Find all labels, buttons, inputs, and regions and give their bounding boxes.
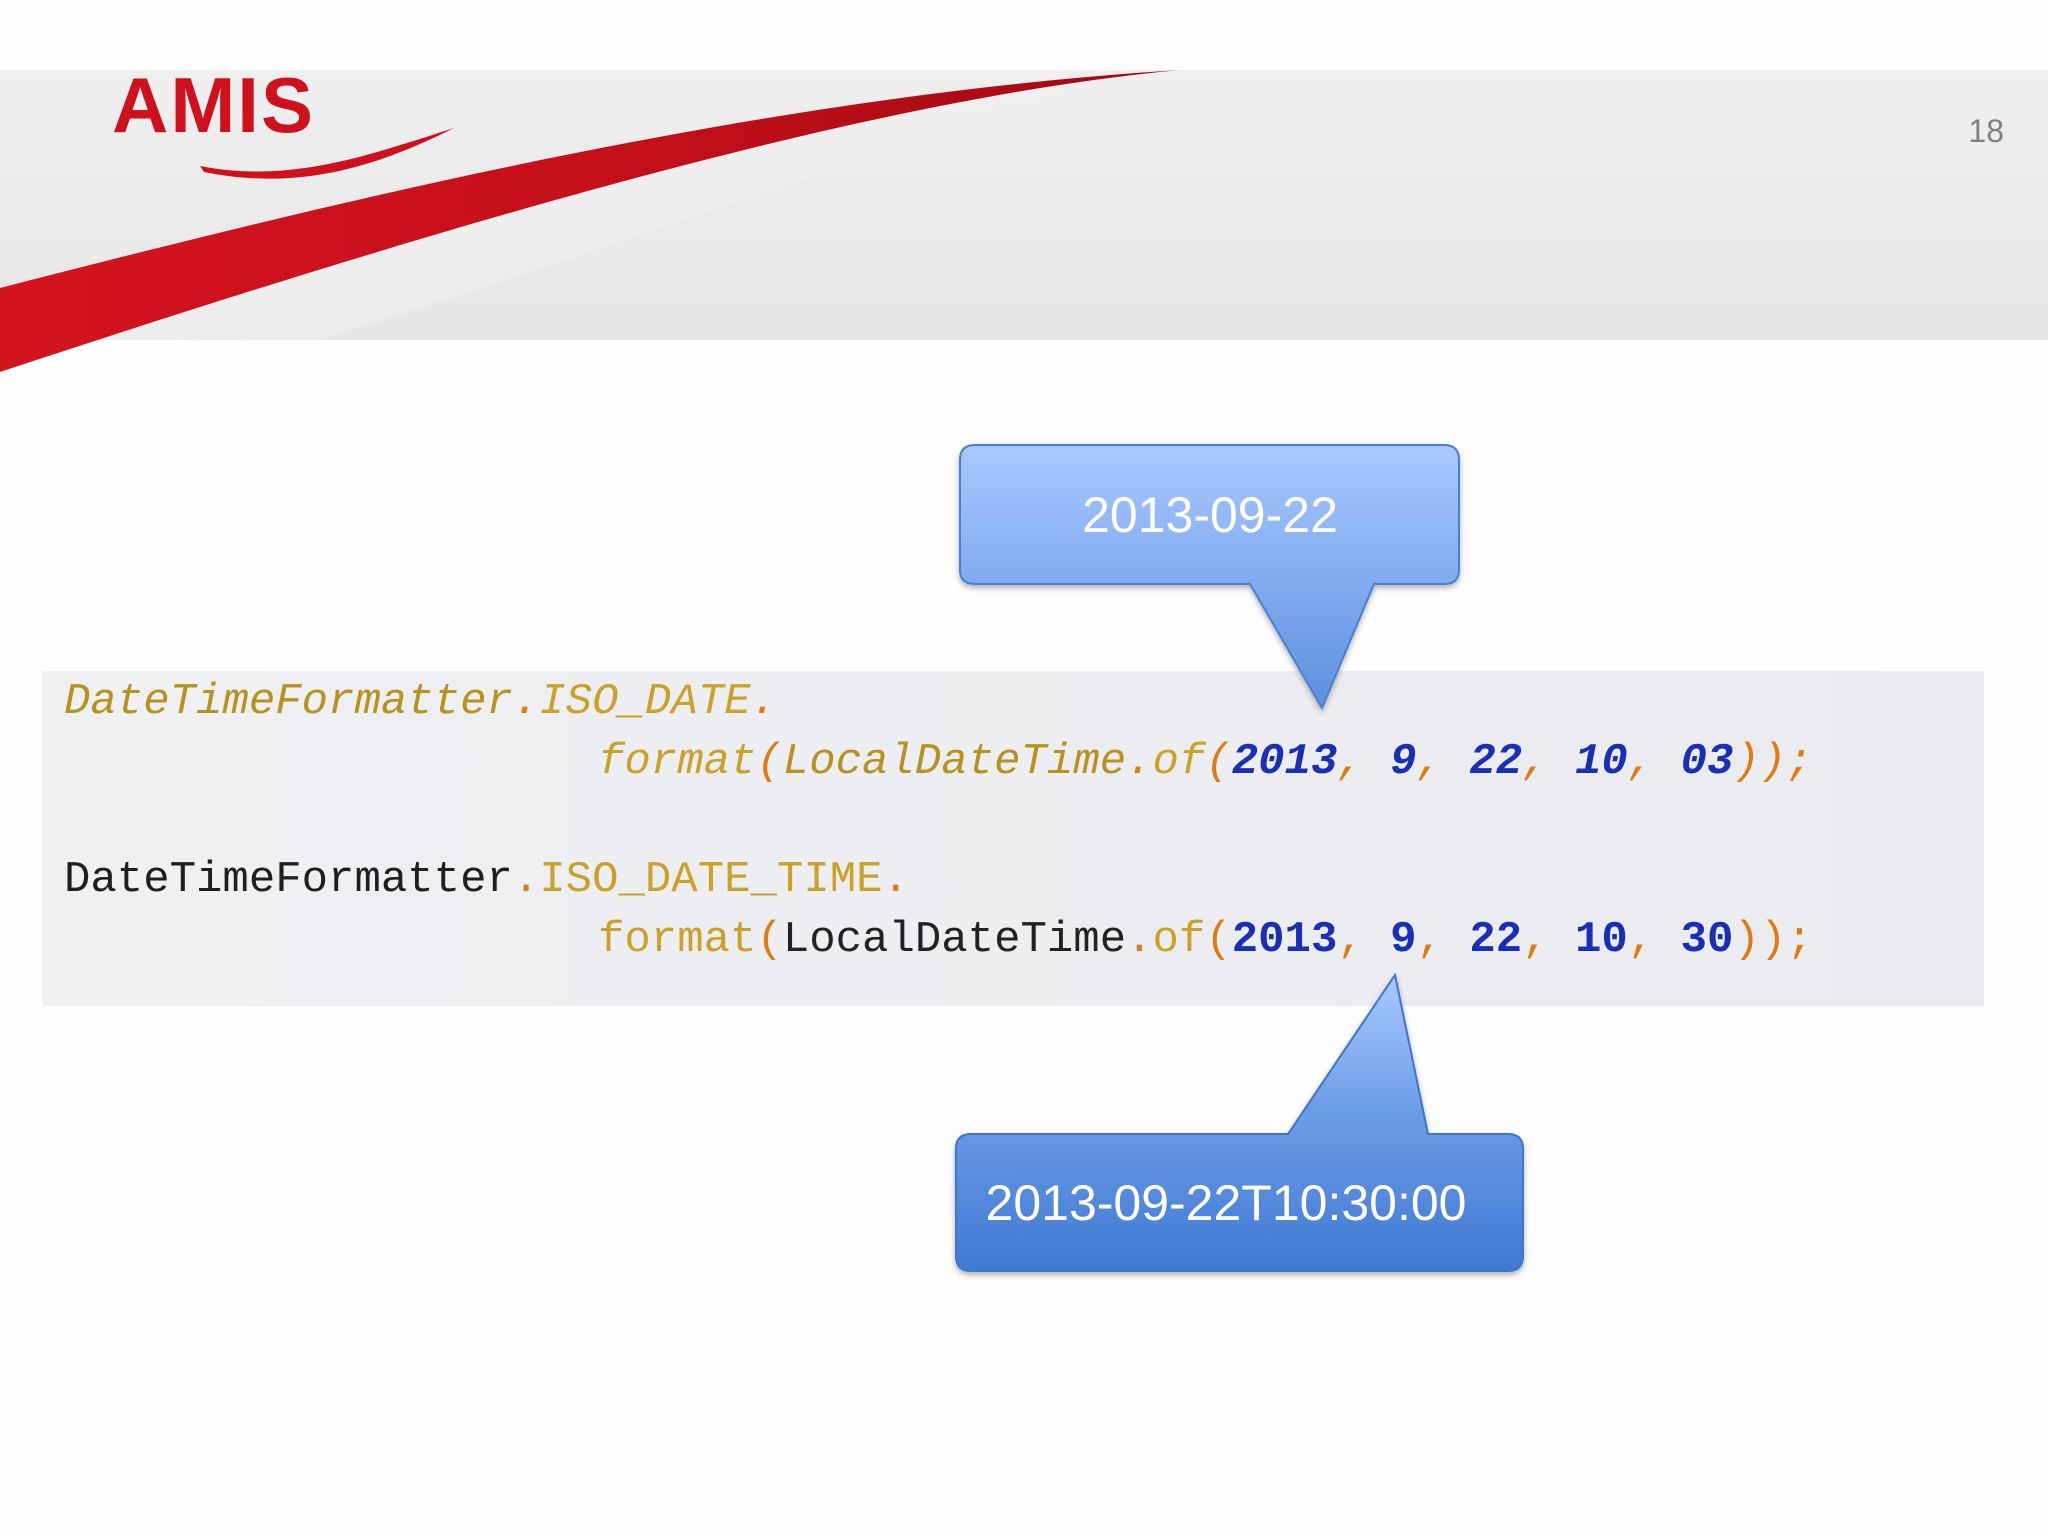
slide: AMIS 18 DateTimeFormatter.ISO_DATE. form… xyxy=(0,0,2048,1536)
code-number: 10 xyxy=(1575,915,1628,965)
code-token: , xyxy=(1522,737,1576,787)
code-line-1: DateTimeFormatter.ISO_DATE. xyxy=(64,680,777,724)
code-number: 9 xyxy=(1390,915,1417,965)
code-token: . xyxy=(882,855,909,905)
code-token: )); xyxy=(1733,915,1813,965)
code-number: 22 xyxy=(1469,915,1523,965)
code-token: , xyxy=(1337,915,1391,965)
code-token: DateTimeFormatter xyxy=(64,855,513,905)
code-token: . xyxy=(1126,737,1153,787)
code-token: ISO_DATE xyxy=(539,677,751,727)
code-number: 22 xyxy=(1469,737,1523,787)
code-token: . xyxy=(1126,915,1153,965)
code-line-2: format(LocalDateTime.of(2013, 9, 22, 10,… xyxy=(598,740,1813,784)
code-token: )); xyxy=(1733,737,1813,787)
red-swoosh xyxy=(0,70,1180,400)
code-token: DateTimeFormatter xyxy=(64,677,513,727)
code-line-4: format(LocalDateTime.of(2013, 9, 22, 10,… xyxy=(598,918,1813,962)
callout-top-shape xyxy=(959,444,1460,711)
code-token: , xyxy=(1337,737,1391,787)
code-line-3: DateTimeFormatter.ISO_DATE_TIME. xyxy=(64,858,909,902)
callout-top-text: 2013-09-22 xyxy=(1082,487,1338,543)
code-token: ( xyxy=(756,737,783,787)
code-token: ISO_DATE_TIME xyxy=(539,855,883,905)
code-number: 9 xyxy=(1390,737,1417,787)
code-token: , xyxy=(1416,915,1470,965)
code-number: 2013 xyxy=(1231,737,1338,787)
page-number: 18 xyxy=(1968,113,2004,149)
code-token: of xyxy=(1152,915,1206,965)
logo-swoosh xyxy=(200,128,454,179)
code-token: , xyxy=(1627,737,1681,787)
code-token: , xyxy=(1627,915,1681,965)
code-token: ( xyxy=(756,915,783,965)
code-number: 30 xyxy=(1680,915,1734,965)
code-token: ( xyxy=(1205,915,1232,965)
code-number: 03 xyxy=(1680,737,1734,787)
code-token: LocalDateTime xyxy=(782,737,1127,787)
callout-bottom-text: 2013-09-22T10:30:00 xyxy=(985,1175,1467,1231)
code-number: 10 xyxy=(1575,737,1628,787)
code-token: , xyxy=(1522,915,1576,965)
code-token: format xyxy=(598,737,757,787)
amis-logo: AMIS xyxy=(112,66,462,186)
code-token: LocalDateTime xyxy=(782,915,1127,965)
code-token: format xyxy=(598,915,757,965)
code-token: of xyxy=(1152,737,1206,787)
code-token: . xyxy=(750,677,777,727)
code-token: . xyxy=(512,677,540,727)
code-token: . xyxy=(512,855,540,905)
code-token: ( xyxy=(1205,737,1232,787)
code-token: , xyxy=(1416,737,1470,787)
code-number: 2013 xyxy=(1231,915,1338,965)
